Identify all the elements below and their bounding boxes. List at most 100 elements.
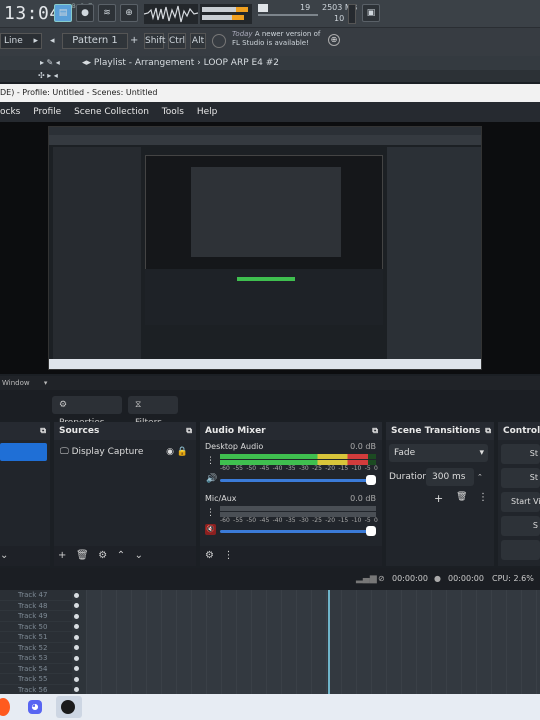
source-item[interactable]: 🖵 Display Capture ◉ 🔒 — [54, 442, 196, 462]
start-streaming-button[interactable]: St — [501, 444, 540, 464]
channel-menu-icon[interactable]: ⋮ — [206, 508, 215, 518]
dock-menu-icon[interactable]: ⧉ — [40, 426, 46, 435]
menu-scene-collection[interactable]: Scene Collection — [74, 107, 149, 117]
track-header[interactable]: Track 47 — [0, 590, 72, 601]
step-edit-icon[interactable]: ⊕ — [120, 4, 138, 22]
tool-icons[interactable]: ▸ ✎ ◂ — [40, 58, 60, 67]
meter-tick-label: -30 — [298, 465, 309, 472]
gear-icon[interactable]: ⚙ — [98, 550, 107, 561]
track-header[interactable]: Track 49 — [0, 611, 72, 622]
snap-select[interactable]: Line ▸ — [0, 33, 42, 49]
fl-pitch-knob[interactable] — [258, 4, 268, 12]
playhead[interactable] — [328, 590, 330, 694]
volume-slider[interactable] — [220, 479, 376, 482]
fl-studio-taskbar-icon[interactable] — [0, 698, 10, 716]
more-icon[interactable]: ⋮ — [478, 492, 488, 503]
dock-menu-icon[interactable]: ⧉ — [485, 422, 491, 440]
track-mute-led[interactable] — [74, 603, 79, 608]
track-mute-led[interactable] — [74, 666, 79, 671]
track-header[interactable]: Track 53 — [0, 653, 72, 664]
menu-profile[interactable]: Profile — [33, 107, 61, 117]
pattern-add-icon[interactable]: + — [130, 33, 140, 49]
dock-menu-icon[interactable]: ⧉ — [186, 422, 192, 440]
sources-title: Sources — [59, 426, 100, 436]
level-meter-track — [220, 506, 376, 511]
meter-ticks: -60 -55 -50 -45 -40 -35 -30 -25 -20 -15 -10 -5 0 — [220, 465, 378, 472]
track-mute-led[interactable] — [74, 655, 79, 661]
fl-master-slider[interactable] — [258, 14, 318, 16]
track-mute-led[interactable] — [74, 676, 79, 682]
track-mute-led[interactable] — [74, 634, 79, 640]
track-mute-led[interactable] — [74, 687, 79, 692]
playlist-grid[interactable] — [86, 590, 540, 694]
chevron-down-icon[interactable]: ⌄ — [0, 550, 8, 561]
properties-button[interactable]: ⚙ Properties — [52, 396, 122, 428]
fl-tools-row — [0, 70, 540, 82]
dock-menu-icon[interactable]: ⧉ — [372, 422, 378, 440]
stepper-icon[interactable]: ⌃ — [477, 468, 483, 486]
meter-tick-label: -35 — [285, 465, 296, 472]
chevron-down-icon[interactable]: ⌄ — [135, 550, 143, 561]
meter-tick-label: -10 — [351, 465, 362, 472]
gear-icon[interactable]: ⚙ — [205, 550, 214, 561]
speaker-icon[interactable]: 🔊 — [206, 474, 217, 484]
track-mute-led[interactable] — [74, 613, 79, 619]
record-mode-icon[interactable]: ● — [76, 4, 94, 22]
tools-icons[interactable]: ✣ ▸ ◂ — [38, 70, 58, 82]
menu-tools[interactable]: Tools — [162, 107, 184, 117]
lock-icon[interactable]: 🔒 — [177, 442, 188, 462]
pattern-selector[interactable]: Pattern 1 — [62, 33, 128, 49]
obs-preview-canvas[interactable] — [48, 126, 482, 370]
filters-button[interactable]: ⧖ Filters — [128, 396, 178, 428]
track-mute-led[interactable] — [74, 645, 79, 650]
chevron-right-icon: ▸ — [33, 36, 38, 46]
menu-docks[interactable]: ocks — [0, 107, 20, 117]
transition-select[interactable]: Fade ▾ — [389, 444, 488, 462]
add-icon[interactable]: + — [58, 550, 66, 561]
more-icon[interactable]: ⋮ — [224, 550, 234, 561]
channel-menu-icon[interactable]: ⋮ — [206, 456, 215, 466]
monitor-icon: 🖵 — [60, 447, 69, 457]
meter-tick-label: -20 — [325, 517, 336, 524]
studio-mode-button[interactable]: S — [501, 516, 540, 536]
pattern-mode-icon[interactable]: ▤ — [54, 4, 72, 22]
obs-taskbar-icon[interactable] — [61, 700, 75, 714]
trash-icon[interactable]: 🗑 — [456, 492, 467, 502]
trash-icon[interactable]: 🗑 — [76, 550, 89, 561]
track-header[interactable]: Track 50 — [0, 622, 72, 632]
menu-help[interactable]: Help — [197, 107, 218, 117]
track-header[interactable]: Track 51 — [0, 632, 72, 643]
eye-icon[interactable]: ◉ — [166, 442, 174, 462]
start-virtual-camera-button[interactable]: Start Vi — [501, 492, 540, 512]
track-header[interactable]: Track 55 — [0, 674, 72, 685]
track-mute-led[interactable] — [74, 592, 79, 598]
settings-button[interactable] — [501, 540, 540, 560]
volume-slider[interactable] — [220, 530, 376, 533]
volume-handle[interactable] — [366, 526, 376, 536]
track-header[interactable]: Track 54 — [0, 664, 72, 674]
ctrl-key-button[interactable]: Ctrl — [168, 33, 186, 49]
chevron-up-icon[interactable]: ⌃ — [117, 550, 125, 561]
news-link-icon[interactable]: ⊕ — [328, 34, 340, 46]
playlist-arrows-icon[interactable]: ◂▸ — [82, 58, 91, 68]
duration-input[interactable]: 300 ms — [426, 468, 474, 486]
pattern-prev-icon[interactable]: ◂ — [50, 33, 60, 49]
chevron-down-icon[interactable]: ▾ — [44, 379, 48, 387]
meter-tick-label: 0 — [374, 517, 378, 524]
countdown-icon[interactable]: ≋ — [98, 4, 116, 22]
alt-key-button[interactable]: Alt — [190, 33, 206, 49]
track-mute-led[interactable] — [74, 624, 79, 629]
fl-snapshot-icon[interactable]: ▣ — [362, 4, 380, 22]
discord-taskbar-icon[interactable]: ◕ — [28, 700, 42, 714]
shift-key-button[interactable]: Shift — [144, 33, 165, 49]
volume-handle[interactable] — [366, 475, 376, 485]
track-header[interactable]: Track 48 — [0, 601, 72, 611]
add-icon[interactable]: + — [434, 492, 443, 505]
fl-news-panel[interactable]: Today A newer version of FL Studio is av… — [232, 30, 324, 48]
mixer-title: Audio Mixer — [205, 426, 266, 436]
scene-item-selected[interactable] — [0, 443, 47, 461]
muted-speaker-icon[interactable]: 🔇 — [205, 524, 216, 535]
start-recording-button[interactable]: St — [501, 468, 540, 488]
track-header[interactable]: Track 52 — [0, 643, 72, 653]
meter-tick-label: -20 — [325, 465, 336, 472]
